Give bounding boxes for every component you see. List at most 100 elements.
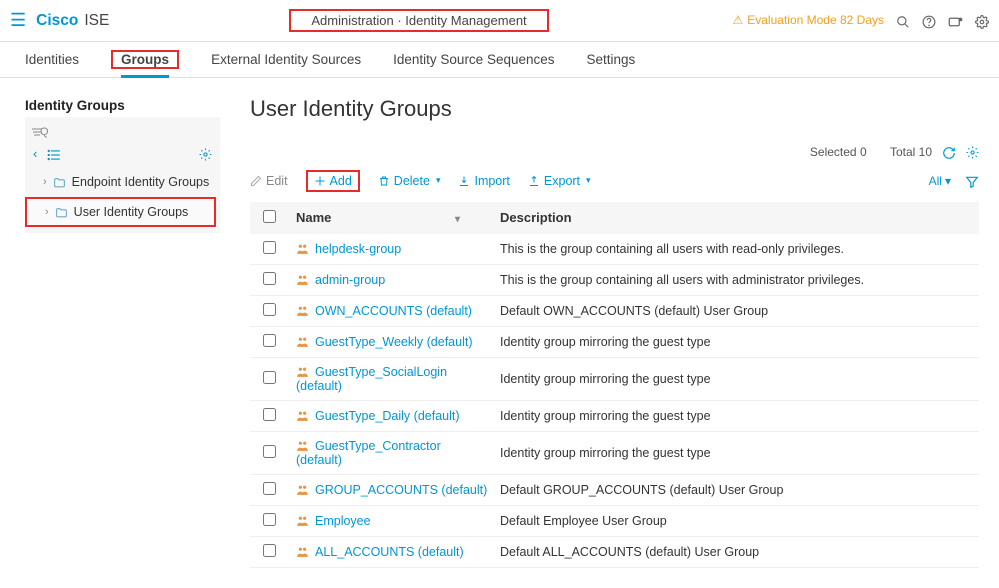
settings-icon[interactable] [975,12,989,28]
sidebar-item-endpoint-identity-groups[interactable]: › Endpoint Identity Groups [25,169,220,195]
row-checkbox[interactable] [263,371,276,384]
tab-settings[interactable]: Settings [587,44,636,75]
row-checkbox[interactable] [263,544,276,557]
filter-icon[interactable] [965,172,979,188]
sidebar-back-icon[interactable]: ‹ [33,146,37,161]
group-description: Identity group mirroring the guest type [498,326,979,357]
sidebar-search[interactable]: Q [25,121,220,140]
group-icon [296,545,309,559]
tab-external-identity-sources[interactable]: External Identity Sources [211,44,361,75]
sidebar-toolbar: ‹ [25,140,220,169]
all-filter-button[interactable]: All ▾ [929,174,951,188]
group-icon [296,439,309,453]
add-button[interactable]: Add [314,174,352,188]
delete-button[interactable]: Delete ▾ [378,174,441,188]
eval-text: Evaluation Mode 82 Days [747,13,884,27]
group-icon [296,409,309,423]
group-name-link[interactable]: GuestType_Weekly (default) [315,335,472,349]
group-name-link[interactable]: GuestType_Contractor (default) [296,439,441,467]
select-all-header [250,202,288,234]
table-row[interactable]: GuestType_Contractor (default) Identity g… [250,431,979,474]
search-icon[interactable] [896,12,910,28]
row-checkbox[interactable] [263,513,276,526]
tab-identity-source-sequences[interactable]: Identity Source Sequences [393,44,554,75]
select-all-checkbox[interactable] [263,210,276,223]
group-icon [296,335,309,349]
group-icon [296,242,309,256]
table-row[interactable]: GuestType_Weekly (default) Identity group… [250,326,979,357]
table-row[interactable]: ALL_ACCOUNTS (default) Default ALL_ACCOUN… [250,536,979,567]
help-icon[interactable] [922,12,936,28]
folder-icon [53,175,66,189]
table-row[interactable]: admin-groupThis is the group containing … [250,264,979,295]
group-description: Default OWN_ACCOUNTS (default) User Grou… [498,295,979,326]
table-row[interactable]: GuestType_Daily (default)Identity group … [250,400,979,431]
tree-label: User Identity Groups [74,205,189,219]
refresh-icon[interactable] [942,144,956,160]
chevron-right-icon: › [45,206,49,218]
row-checkbox[interactable] [263,272,276,285]
row-checkbox[interactable] [263,241,276,254]
export-button[interactable]: Export ▾ [528,174,591,188]
product-name: ISE [84,12,109,30]
sidebar-tree-icon[interactable] [47,146,61,161]
table-row[interactable]: GuestType_SocialLogin (default) Identity … [250,357,979,400]
group-icon [296,365,309,379]
group-icon [296,304,309,318]
notifications-icon[interactable] [948,12,963,28]
chevron-down-icon: ▾ [436,175,441,186]
page-title: User Identity Groups [250,96,979,122]
total-count: Total 10 [890,145,932,159]
group-icon [296,483,309,497]
nav-tabs: Identities Groups External Identity Sour… [0,42,999,78]
table-row[interactable]: OWN_ACCOUNTS (default) Default OWN_ACCOUN… [250,295,979,326]
tab-groups[interactable]: Groups [121,44,169,78]
import-button[interactable]: Import [458,174,509,188]
group-description: Default Employee User Group [498,505,979,536]
group-name-link[interactable]: helpdesk-group [315,242,401,256]
group-name-link[interactable]: GuestType_SocialLogin (default) [296,365,447,393]
tab-groups-highlight: Groups [111,50,179,69]
sidebar-item-highlight: › User Identity Groups [25,197,216,227]
sidebar-panel: Q ‹ › Endpoint Identity Groups [25,117,220,233]
selected-count: Selected 0 [810,145,867,159]
group-name-link[interactable]: ALL_ACCOUNTS (default) [315,545,464,559]
group-description: Identity group mirroring the guest type [498,357,979,400]
main-content: User Identity Groups Selected 0 Total 10… [230,78,999,588]
group-name-link[interactable]: OWN_ACCOUNTS (default) [315,304,472,318]
edit-button[interactable]: Edit [250,174,288,188]
row-checkbox[interactable] [263,408,276,421]
table-toolbar: Edit Add Delete ▾ Import Export ▾ [250,164,979,202]
selection-summary: Selected 0 Total 10 [250,144,979,160]
menu-icon[interactable]: ☰ [10,10,26,31]
group-name-link[interactable]: GROUP_ACCOUNTS (default) [315,483,487,497]
group-name-link[interactable]: Employee [315,514,371,528]
table-row[interactable]: Employee Default Employee User Group [250,505,979,536]
sidebar-title: Identity Groups [25,98,220,113]
sort-icon: ▾ [455,214,460,225]
table-row[interactable]: GROUP_ACCOUNTS (default)Default GROUP_AC… [250,474,979,505]
sidebar-item-user-identity-groups[interactable]: › User Identity Groups [27,199,214,225]
column-description[interactable]: Description [498,202,979,234]
column-name[interactable]: Name ▾ [288,202,498,234]
row-checkbox[interactable] [263,303,276,316]
group-description: This is the group containing all users w… [498,234,979,265]
group-description: Identity group mirroring the guest type [498,431,979,474]
sidebar-gear-icon[interactable] [199,146,212,161]
add-button-highlight: Add [306,170,360,192]
row-checkbox[interactable] [263,482,276,495]
group-name-link[interactable]: GuestType_Daily (default) [315,409,460,423]
group-description: Default ALL_ACCOUNTS (default) User Grou… [498,536,979,567]
chevron-right-icon: › [43,176,47,188]
chevron-down-icon: ▾ [586,175,591,186]
brand-name: Cisco [36,12,78,30]
groups-table: Name ▾ Description helpdesk-group This is… [250,202,979,568]
folder-icon [55,205,68,219]
row-checkbox[interactable] [263,334,276,347]
table-row[interactable]: helpdesk-group This is the group containi… [250,234,979,265]
group-name-link[interactable]: admin-group [315,273,385,287]
table-settings-icon[interactable] [966,144,979,159]
tab-identities[interactable]: Identities [25,44,79,75]
row-checkbox[interactable] [263,445,276,458]
sidebar: Identity Groups Q ‹ › Endpoint Identity … [0,78,230,588]
